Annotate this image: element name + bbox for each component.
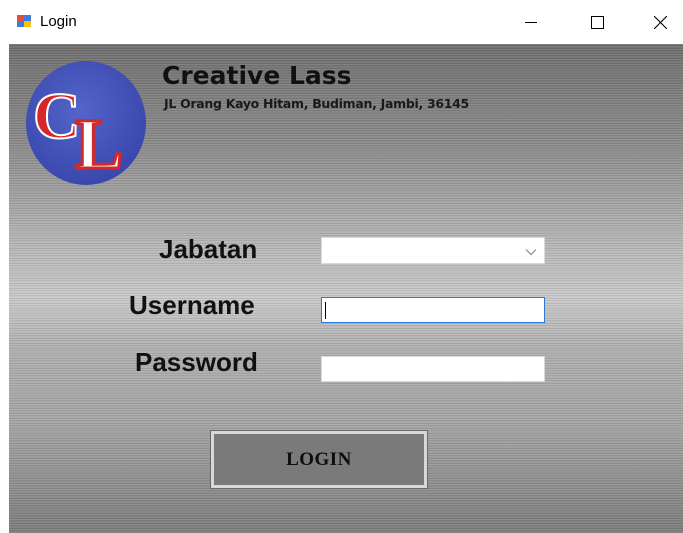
login-window: Login C L Creative Lass JL Orang Kayo Hi… [0, 0, 683, 533]
login-button[interactable]: LOGIN [210, 430, 428, 489]
text-caret [325, 302, 326, 319]
maximize-icon [590, 15, 604, 29]
company-address: JL Orang Kayo Hitam, Budiman, Jambi, 361… [164, 96, 469, 111]
svg-text:C: C [33, 80, 81, 153]
close-button[interactable] [637, 0, 683, 44]
password-label: Password [135, 347, 258, 377]
title-bar[interactable]: Login [0, 0, 683, 44]
company-logo: C L [26, 61, 146, 186]
password-input[interactable] [321, 356, 545, 382]
jabatan-select[interactable] [321, 237, 545, 264]
company-name: Creative Lass [162, 61, 352, 90]
username-input[interactable] [321, 297, 545, 323]
close-icon [653, 15, 667, 29]
app-icon [17, 15, 31, 27]
minimize-icon [525, 22, 537, 23]
minimize-button[interactable] [508, 0, 554, 44]
window-title: Login [40, 13, 77, 30]
maximize-button[interactable] [574, 0, 620, 44]
form-body: C L Creative Lass JL Orang Kayo Hitam, B… [9, 44, 683, 533]
jabatan-label: Jabatan [159, 234, 258, 264]
svg-text:L: L [75, 104, 123, 184]
chevron-down-icon[interactable] [525, 248, 537, 256]
username-label: Username [129, 290, 255, 320]
